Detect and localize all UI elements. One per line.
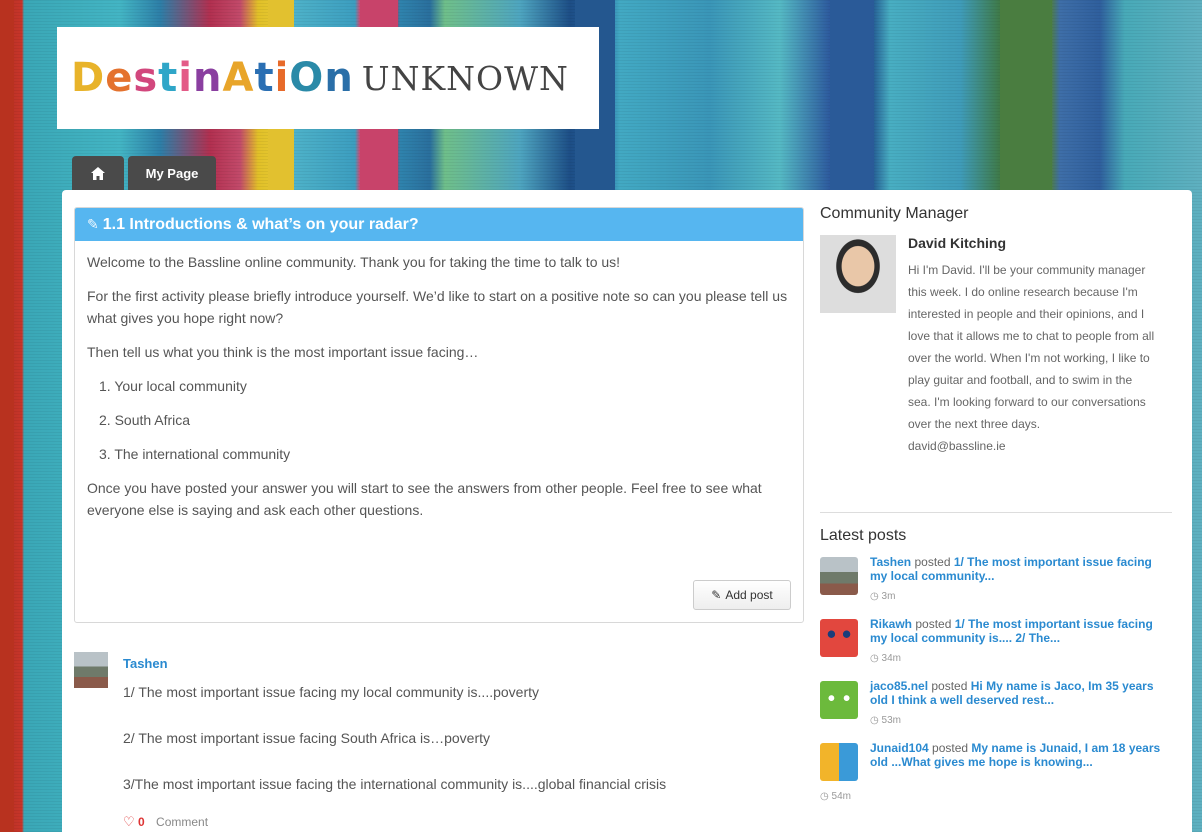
post-actions: ♡ 0 Comment bbox=[123, 814, 208, 830]
activity-header[interactable]: ✎ 1.1 Introductions & what’s on your rad… bbox=[75, 208, 803, 241]
activity-intro: Welcome to the Bassline online community… bbox=[87, 254, 621, 270]
latest-post-author[interactable]: jaco85.nel bbox=[870, 679, 928, 693]
logo-wordmark: DestinAtiOn bbox=[71, 55, 354, 101]
activity-body: Welcome to the Bassline online community… bbox=[75, 241, 803, 543]
latest-post-text: jaco85.nel posted Hi My name is Jaco, Im… bbox=[870, 679, 1170, 707]
latest-post-time: ◷ 54m bbox=[820, 791, 851, 802]
post-text-line: 3/The most important issue facing the in… bbox=[123, 776, 667, 792]
avatar bbox=[820, 557, 858, 595]
time-value: 53m bbox=[881, 715, 901, 726]
time-value: 3m bbox=[881, 591, 896, 602]
posted-word: posted bbox=[932, 741, 969, 755]
avatar bbox=[820, 619, 858, 657]
manager-bio-text: Hi I'm David. I'll be your community man… bbox=[908, 263, 1155, 431]
list-item: 3. The international community bbox=[99, 446, 291, 462]
avatar[interactable] bbox=[74, 652, 108, 688]
time-value: 34m bbox=[881, 653, 901, 664]
latest-post-time: ◷ 34m bbox=[870, 653, 901, 664]
latest-post-time: ◷ 53m bbox=[870, 715, 901, 726]
activity-paragraph: Then tell us what you think is the most … bbox=[87, 344, 479, 360]
heart-icon[interactable]: ♡ bbox=[123, 814, 135, 829]
posted-word: posted bbox=[915, 617, 952, 631]
latest-posts-heading: Latest posts bbox=[820, 527, 907, 544]
tab-my-page[interactable]: My Page bbox=[128, 156, 216, 190]
like-count: 0 bbox=[138, 815, 145, 829]
activity-paragraph: For the first activity please briefly in… bbox=[87, 288, 788, 326]
activity-title: 1.1 Introductions & what’s on your radar… bbox=[102, 215, 419, 233]
list-item: 1. Your local community bbox=[99, 378, 247, 394]
community-manager-heading: Community Manager bbox=[820, 205, 969, 222]
avatar bbox=[820, 743, 858, 781]
latest-post-link[interactable]: 1/ The most important issue facing my lo… bbox=[870, 555, 1152, 583]
add-post-label: Add post bbox=[725, 588, 773, 602]
latest-post-text: Rikawh posted 1/ The most important issu… bbox=[870, 617, 1170, 645]
manager-name: David Kitching bbox=[908, 235, 1007, 251]
logo-subtitle: UNKNOWN bbox=[361, 58, 569, 98]
latest-post-text: Tashen posted 1/ The most important issu… bbox=[870, 555, 1170, 583]
latest-post-link[interactable]: 1/ The most important issue facing my lo… bbox=[870, 617, 1153, 645]
manager-bio: Hi I'm David. I'll be your community man… bbox=[908, 259, 1158, 457]
manager-email: david@bassline.ie bbox=[908, 439, 1006, 453]
list-item: 2. South Africa bbox=[99, 412, 191, 428]
latest-post-author[interactable]: Rikawh bbox=[870, 617, 912, 631]
activity-list: 1. Your local community 2. South Africa … bbox=[99, 375, 791, 465]
latest-post-time: ◷ 3m bbox=[870, 591, 896, 602]
avatar bbox=[820, 235, 896, 313]
time-value: 54m bbox=[831, 791, 851, 802]
latest-post-author[interactable]: Tashen bbox=[870, 555, 911, 569]
latest-post-text: Junaid104 posted My name is Junaid, I am… bbox=[870, 741, 1170, 769]
post-author-link[interactable]: Tashen bbox=[123, 656, 168, 671]
sidebar: Community Manager David Kitching Hi I'm … bbox=[820, 205, 1182, 802]
latest-post-author[interactable]: Junaid104 bbox=[870, 741, 929, 755]
tab-home[interactable] bbox=[72, 156, 124, 190]
posted-word: posted bbox=[914, 555, 951, 569]
fabric-stripe bbox=[0, 0, 14, 832]
pencil-icon: ✎ bbox=[87, 216, 99, 232]
divider bbox=[820, 512, 1172, 513]
comment-link[interactable]: Comment bbox=[156, 815, 208, 829]
pencil-icon: ✎ bbox=[711, 588, 722, 602]
post-text-line: 1/ The most important issue facing my lo… bbox=[123, 684, 540, 700]
activity-card: ✎ 1.1 Introductions & what’s on your rad… bbox=[74, 207, 804, 623]
add-post-button[interactable]: ✎ Add post bbox=[693, 580, 791, 610]
post-text-line: 2/ The most important issue facing South… bbox=[123, 730, 491, 746]
home-icon bbox=[91, 166, 105, 180]
site-logo[interactable]: DestinAtiOn UNKNOWN bbox=[57, 27, 599, 129]
activity-paragraph: Once you have posted your answer you wil… bbox=[87, 480, 762, 518]
avatar bbox=[820, 681, 858, 719]
posted-word: posted bbox=[931, 679, 968, 693]
